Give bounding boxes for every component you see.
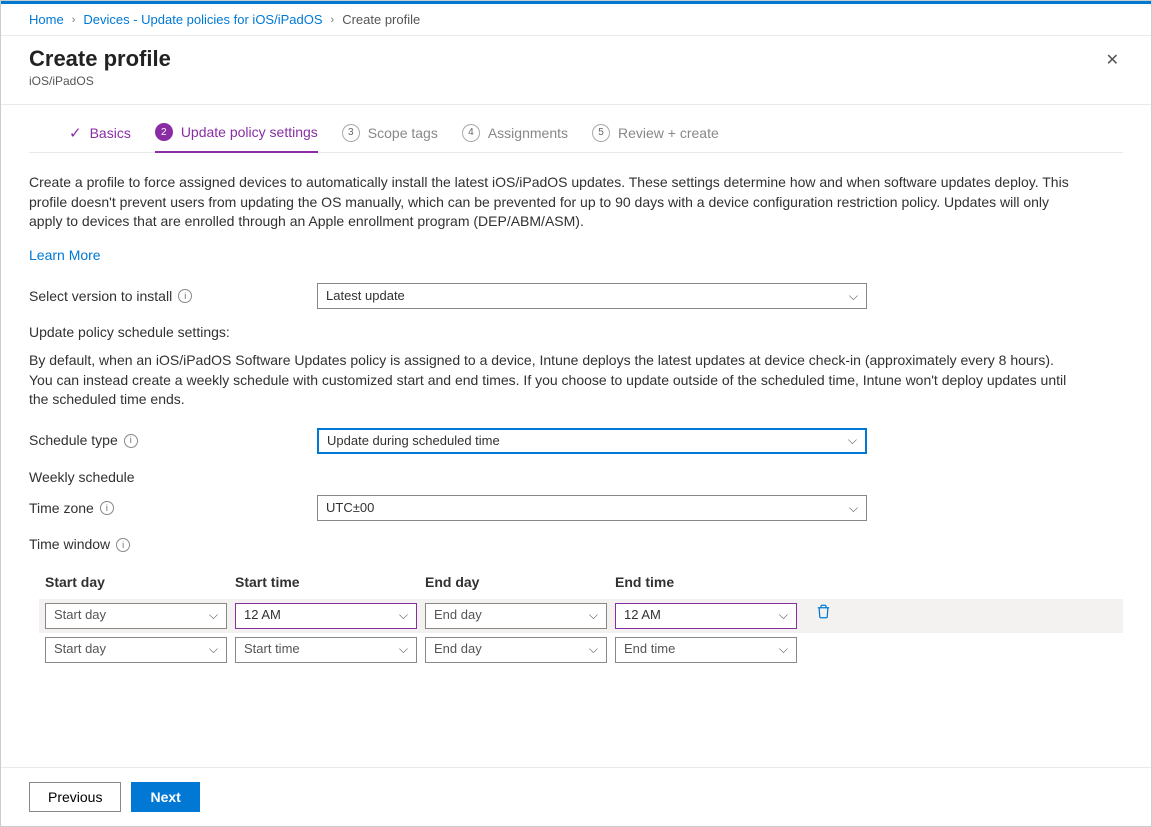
chevron-down-icon: ⌵	[399, 607, 408, 624]
breadcrumb-current: Create profile	[342, 12, 420, 27]
step-badge: 4	[462, 124, 480, 142]
version-select[interactable]: Latest update ⌵	[317, 283, 867, 309]
select-value: UTC±00	[326, 499, 374, 517]
step-label: Update policy settings	[181, 124, 318, 140]
select-value: 12 AM	[624, 606, 661, 624]
select-value: 12 AM	[244, 606, 281, 624]
select-value: End time	[624, 640, 675, 658]
version-label: Select version to install	[29, 287, 172, 307]
time-window-label: Time window	[29, 535, 110, 555]
end-time-select[interactable]: 12 AM ⌵	[615, 603, 797, 629]
wizard-steps: ✓ Basics 2 Update policy settings 3 Scop…	[29, 105, 1123, 153]
schedule-type-label: Schedule type	[29, 431, 118, 451]
schedule-desc: By default, when an iOS/iPadOS Software …	[29, 351, 1069, 410]
select-value: End day	[434, 606, 482, 624]
select-value: Update during scheduled time	[327, 432, 500, 450]
timezone-select[interactable]: UTC±00 ⌵	[317, 495, 867, 521]
page-subtitle: iOS/iPadOS	[29, 74, 171, 88]
timezone-label: Time zone	[29, 499, 94, 519]
step-label: Basics	[90, 125, 131, 141]
info-icon[interactable]: i	[124, 434, 138, 448]
end-day-select[interactable]: End day ⌵	[425, 637, 607, 663]
step-badge: 3	[342, 124, 360, 142]
chevron-down-icon: ⌵	[209, 641, 218, 658]
info-icon[interactable]: i	[100, 501, 114, 515]
step-label: Scope tags	[368, 125, 438, 141]
select-value: Start day	[54, 606, 106, 624]
step-review-create[interactable]: 5 Review + create	[592, 124, 719, 152]
delete-row-button[interactable]	[805, 604, 841, 626]
start-day-select[interactable]: Start day ⌵	[45, 637, 227, 663]
step-label: Assignments	[488, 125, 568, 141]
chevron-right-icon: ›	[72, 14, 76, 26]
previous-button[interactable]: Previous	[29, 782, 121, 812]
table-row: Start day ⌵ Start time ⌵ End day ⌵ End t…	[39, 633, 1123, 667]
check-icon: ✓	[69, 124, 82, 142]
breadcrumb-devices[interactable]: Devices - Update policies for iOS/iPadOS	[83, 12, 322, 27]
select-value: End day	[434, 640, 482, 658]
table-row: Start day ⌵ 12 AM ⌵ End day ⌵ 12 AM ⌵	[39, 599, 1123, 633]
select-value: Latest update	[326, 287, 405, 305]
chevron-down-icon: ⌵	[779, 641, 788, 658]
time-window-table: Start day Start time End day End time St…	[39, 573, 1123, 667]
chevron-down-icon: ⌵	[209, 607, 218, 624]
step-update-policy-settings[interactable]: 2 Update policy settings	[155, 123, 318, 153]
page-title: Create profile	[29, 46, 171, 72]
close-icon[interactable]: ✕	[1102, 46, 1123, 74]
weekly-schedule-title: Weekly schedule	[29, 468, 1123, 488]
schedule-type-select[interactable]: Update during scheduled time ⌵	[317, 428, 867, 454]
breadcrumb: Home › Devices - Update policies for iOS…	[1, 4, 1151, 36]
col-end-time: End time	[615, 573, 805, 593]
info-icon[interactable]: i	[178, 289, 192, 303]
intro-text: Create a profile to force assigned devic…	[29, 173, 1069, 232]
end-time-select[interactable]: End time ⌵	[615, 637, 797, 663]
start-day-select[interactable]: Start day ⌵	[45, 603, 227, 629]
col-start-time: Start time	[235, 573, 425, 593]
end-day-select[interactable]: End day ⌵	[425, 603, 607, 629]
chevron-down-icon: ⌵	[848, 432, 857, 449]
step-assignments[interactable]: 4 Assignments	[462, 124, 568, 152]
chevron-down-icon: ⌵	[399, 641, 408, 658]
info-icon[interactable]: i	[116, 538, 130, 552]
schedule-settings-title: Update policy schedule settings:	[29, 323, 1123, 343]
step-basics[interactable]: ✓ Basics	[69, 124, 131, 152]
chevron-down-icon: ⌵	[589, 607, 598, 624]
step-scope-tags[interactable]: 3 Scope tags	[342, 124, 438, 152]
chevron-down-icon: ⌵	[849, 500, 858, 517]
step-badge: 5	[592, 124, 610, 142]
learn-more-link[interactable]: Learn More	[29, 247, 101, 263]
next-button[interactable]: Next	[131, 782, 199, 812]
col-end-day: End day	[425, 573, 615, 593]
step-badge: 2	[155, 123, 173, 141]
select-value: Start day	[54, 640, 106, 658]
chevron-down-icon: ⌵	[849, 288, 858, 305]
chevron-down-icon: ⌵	[779, 607, 788, 624]
select-value: Start time	[244, 640, 300, 658]
chevron-down-icon: ⌵	[589, 641, 598, 658]
breadcrumb-home[interactable]: Home	[29, 12, 64, 27]
start-time-select[interactable]: Start time ⌵	[235, 637, 417, 663]
step-label: Review + create	[618, 125, 719, 141]
col-start-day: Start day	[45, 573, 235, 593]
chevron-right-icon: ›	[331, 14, 335, 26]
start-time-select[interactable]: 12 AM ⌵	[235, 603, 417, 629]
